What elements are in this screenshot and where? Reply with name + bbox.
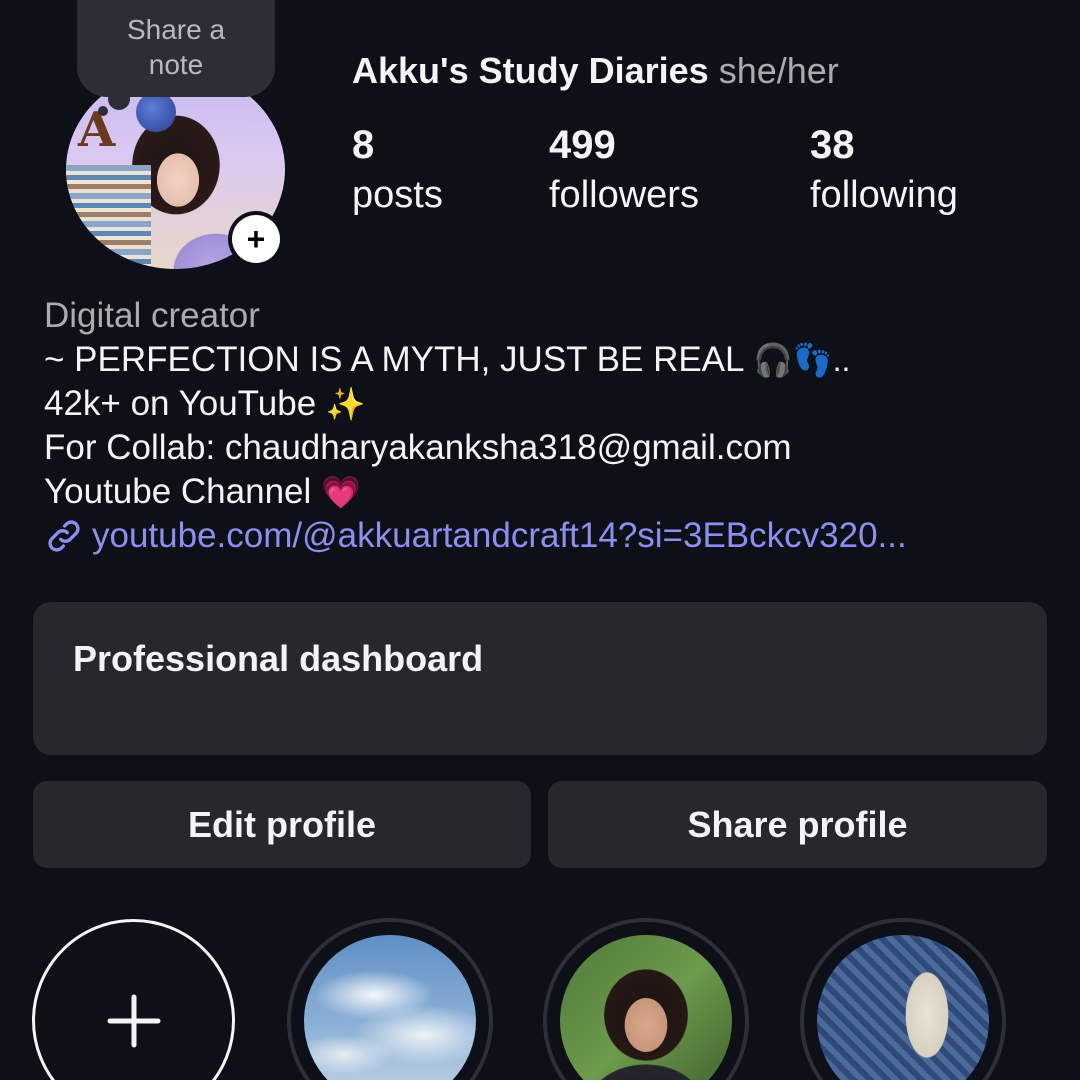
bio-category: Digital creator: [44, 296, 260, 335]
new-highlight-button[interactable]: [32, 919, 235, 1080]
profile-name: Akku's Study Diaries: [352, 50, 709, 91]
highlight-sky[interactable]: [287, 918, 493, 1080]
stat-following[interactable]: 38 following: [810, 122, 958, 222]
following-count: 38: [810, 123, 855, 167]
bio-link[interactable]: youtube.com/@akkuartandcraft14?si=3EBckc…: [44, 514, 907, 558]
following-label: following: [810, 174, 958, 216]
plus-icon: [107, 994, 160, 1047]
bio-line-4-text: Youtube Channel: [44, 472, 312, 511]
share-profile-button[interactable]: Share profile: [548, 781, 1047, 868]
followers-count: 499: [549, 123, 616, 167]
letter-decoration: A: [78, 102, 116, 158]
pronouns: she/her: [718, 50, 839, 91]
bio-line-1-text: ~ PERFECTION IS A MYTH, JUST BE REAL: [44, 340, 744, 379]
highlight-craft[interactable]: [800, 918, 1006, 1080]
bio-line-2-text: 42k+ on YouTube: [44, 384, 317, 423]
dashboard-title: Professional dashboard: [73, 638, 484, 679]
plus-icon: +: [232, 215, 280, 263]
profile-name-row: Akku's Study Diaries she/her: [352, 50, 839, 92]
stat-posts[interactable]: 8 posts: [352, 122, 443, 222]
add-story-button[interactable]: +: [228, 211, 284, 267]
stat-followers[interactable]: 499 followers: [549, 122, 699, 222]
note-tail-dot-small: [98, 106, 108, 116]
bio-line-2: 42k+ on YouTube ✨: [44, 382, 907, 426]
note-text-line1: Share a: [126, 13, 226, 45]
bio: Digital creator ~ PERFECTION IS A MYTH, …: [44, 294, 907, 558]
sticker-graphic: [136, 92, 176, 132]
followers-label: followers: [549, 174, 699, 216]
bio-line-1: ~ PERFECTION IS A MYTH, JUST BE REAL 🎧👣.…: [44, 338, 907, 382]
sparkles-emoji: ✨: [325, 386, 366, 422]
headphones-footprints-emoji: 🎧👣..: [752, 342, 851, 378]
link-icon: [48, 520, 80, 552]
bio-line-4: Youtube Channel 💗: [44, 470, 907, 514]
note-tail-dot: [108, 88, 130, 110]
bio-line-3: For Collab: chaudharyakanksha318@gmail.c…: [44, 428, 792, 467]
highlight-craft-image: [817, 935, 989, 1080]
note-text-line2: note: [148, 48, 204, 80]
highlight-sky-image: [304, 935, 476, 1080]
profile-screen: A + Share a note Akku's Study Diaries she…: [0, 0, 1080, 1080]
edit-profile-button[interactable]: Edit profile: [33, 781, 531, 868]
share-note-bubble[interactable]: Share a note: [77, 0, 275, 97]
professional-dashboard-card[interactable]: Professional dashboard: [33, 602, 1047, 755]
books-graphic: [66, 165, 151, 269]
heart-emoji: 💗: [321, 474, 361, 510]
posts-label: posts: [352, 174, 443, 216]
bio-link-text[interactable]: youtube.com/@akkuartandcraft14?si=3EBckc…: [92, 514, 907, 558]
highlight-portrait[interactable]: [543, 918, 749, 1080]
posts-count: 8: [352, 123, 375, 167]
highlight-portrait-image: [560, 935, 732, 1080]
